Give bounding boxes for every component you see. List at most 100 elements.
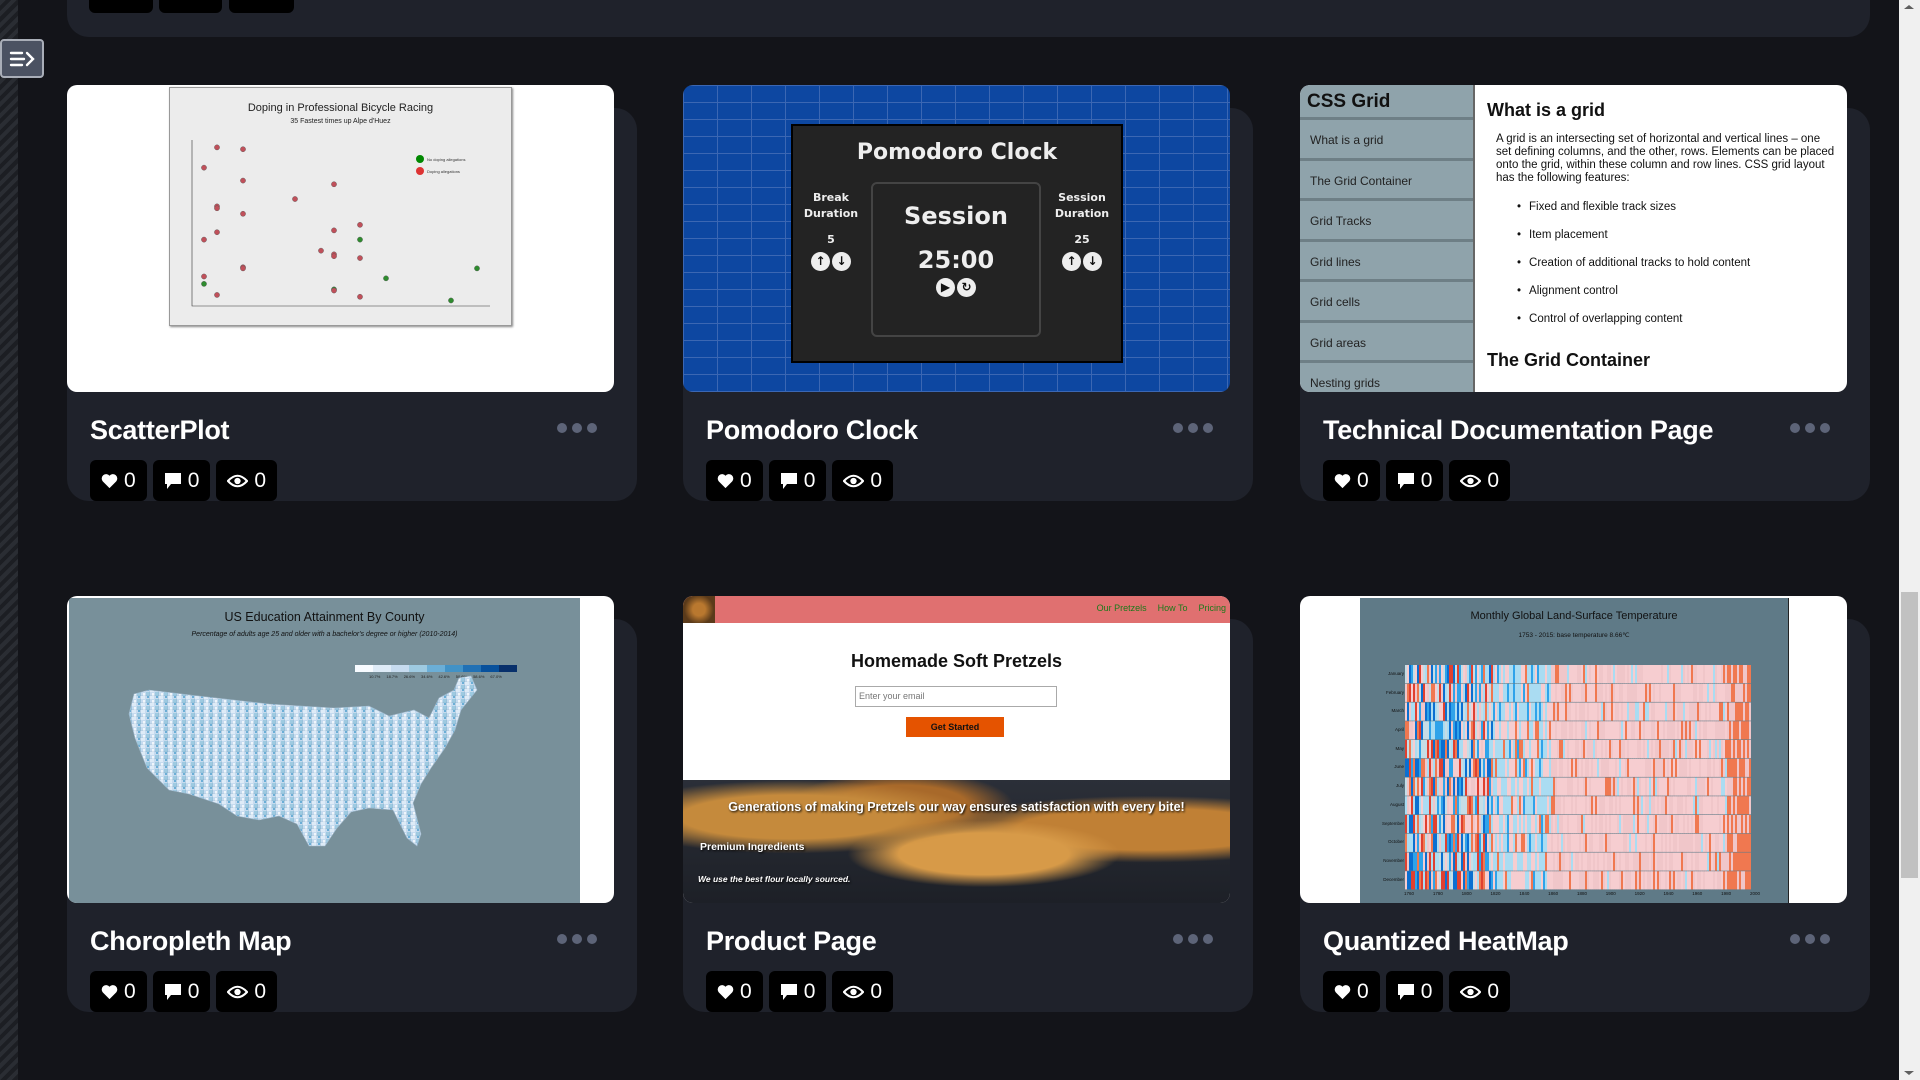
project-card[interactable]: Our Pretzels How To Pricing Homemade Sof… [683, 596, 1253, 1012]
project-card[interactable]: US Education Attainment By County Percen… [67, 596, 637, 1012]
doc-nav-link[interactable]: The Grid Container [1300, 161, 1473, 201]
heatmap-cell [1569, 871, 1572, 890]
views-button[interactable]: 0 [1449, 971, 1511, 1012]
heatmap-cell [1661, 665, 1664, 684]
heatmap-cell [1465, 815, 1468, 834]
like-button[interactable]: 0 [1323, 971, 1380, 1012]
heatmap-cell [1511, 683, 1514, 702]
more-options-button[interactable] [557, 934, 597, 944]
comment-button[interactable]: 0 [152, 460, 211, 501]
heatmap-cell [1579, 871, 1582, 890]
comment-button[interactable] [159, 0, 222, 13]
more-options-button[interactable] [1790, 423, 1830, 433]
project-title[interactable]: Choropleth Map [90, 926, 292, 957]
heatmap-cell [1451, 777, 1454, 796]
views-button[interactable]: 0 [216, 460, 278, 501]
heatmap-cell [1649, 721, 1652, 740]
year-label: 1980 [1721, 891, 1732, 896]
heatmap-cell [1661, 740, 1664, 759]
project-thumbnail[interactable]: Our Pretzels How To Pricing Homemade Sof… [683, 596, 1230, 903]
heatmap-cell [1495, 683, 1498, 702]
comment-button[interactable]: 0 [768, 460, 827, 501]
heatmap-cell [1535, 758, 1538, 777]
like-button[interactable]: 0 [1323, 460, 1380, 501]
heatmap-cell [1433, 702, 1436, 721]
heatmap-cell [1457, 833, 1460, 852]
views-button[interactable] [229, 0, 294, 13]
scrollbar-thumb[interactable] [1901, 592, 1918, 878]
like-button[interactable]: 0 [706, 971, 763, 1012]
views-button[interactable]: 0 [1449, 460, 1511, 501]
comment-button[interactable]: 0 [1385, 460, 1444, 501]
project-thumbnail[interactable]: Doping in Professional Bicycle Racing 35… [67, 85, 614, 392]
heatmap-cell [1591, 665, 1594, 684]
heatmap-cell [1561, 871, 1564, 890]
heatmap-cell [1583, 683, 1586, 702]
project-thumbnail[interactable]: US Education Attainment By County Percen… [67, 596, 614, 903]
comment-button[interactable]: 0 [152, 971, 211, 1012]
scatter-point [214, 144, 220, 151]
views-button[interactable]: 0 [832, 460, 894, 501]
doc-nav-link[interactable]: Nesting grids [1300, 363, 1473, 392]
like-button[interactable]: 0 [706, 460, 763, 501]
heatmap-cell [1627, 665, 1630, 684]
more-options-button[interactable] [557, 423, 597, 433]
heatmap-cell [1479, 758, 1482, 777]
scroll-down-arrow[interactable] [1904, 1071, 1914, 1075]
project-title[interactable]: Quantized HeatMap [1323, 926, 1569, 957]
sidebar-toggle-button[interactable] [0, 39, 44, 78]
heatmap-cell [1419, 758, 1422, 777]
heatmap-cell [1539, 665, 1542, 684]
project-title[interactable]: Pomodoro Clock [706, 415, 918, 446]
doc-nav-link[interactable]: What is a grid [1300, 120, 1473, 161]
heatmap-cell [1607, 665, 1610, 684]
doc-nav-link[interactable]: Grid cells [1300, 282, 1473, 323]
heatmap-cell [1639, 777, 1642, 796]
heatmap-cell [1559, 721, 1562, 740]
project-thumbnail[interactable]: CSS Grid What is a grid The Grid Containe… [1300, 85, 1847, 392]
heatmap-cell [1715, 740, 1718, 759]
heatmap-cell [1535, 702, 1538, 721]
doc-nav-link[interactable]: Grid Tracks [1300, 201, 1473, 242]
vertical-scrollbar[interactable] [1899, 0, 1920, 1080]
doc-nav-link[interactable]: Grid areas [1300, 323, 1473, 363]
comment-button[interactable]: 0 [768, 971, 827, 1012]
project-title[interactable]: Product Page [706, 926, 877, 957]
views-button[interactable]: 0 [832, 971, 894, 1012]
heatmap-cell [1525, 871, 1528, 890]
views-count: 0 [254, 979, 267, 1003]
doc-nav-link[interactable]: Grid lines [1300, 242, 1473, 282]
year-label: 1920 [1634, 891, 1645, 896]
heatmap-cell [1417, 852, 1420, 871]
like-button[interactable]: 0 [90, 971, 147, 1012]
project-title[interactable]: ScatterPlot [90, 415, 230, 446]
project-card[interactable]: Doping in Professional Bicycle Racing 35… [67, 85, 637, 501]
more-options-button[interactable] [1173, 423, 1213, 433]
heatmap-cell [1619, 871, 1622, 890]
heatmap-cell [1411, 721, 1414, 740]
heatmap-cell [1671, 665, 1674, 684]
heatmap-cell [1741, 683, 1744, 702]
views-button[interactable]: 0 [216, 971, 278, 1012]
heatmap-cell [1641, 871, 1644, 890]
heatmap-cell [1521, 721, 1524, 740]
project-title[interactable]: Technical Documentation Page [1323, 415, 1713, 446]
heatmap-cell [1663, 871, 1666, 890]
project-card[interactable]: Monthly Global Land-Surface Temperature … [1300, 596, 1870, 1012]
heatmap-cell [1453, 796, 1456, 815]
project-thumbnail[interactable]: Pomodoro Clock Break Duration 5 ↑ ↓ Sessi… [683, 85, 1230, 392]
heatmap-cell [1623, 758, 1626, 777]
project-card[interactable]: CSS Grid What is a grid The Grid Containe… [1300, 85, 1870, 501]
heatmap-cell [1611, 740, 1614, 759]
comment-button[interactable]: 0 [1385, 971, 1444, 1012]
like-button[interactable]: 0 [90, 460, 147, 501]
project-card[interactable]: Pomodoro Clock Break Duration 5 ↑ ↓ Sessi… [683, 85, 1253, 501]
more-options-button[interactable] [1790, 934, 1830, 944]
more-options-button[interactable] [1173, 934, 1213, 944]
scroll-up-arrow[interactable] [1904, 5, 1914, 9]
heatmap-cell [1539, 758, 1542, 777]
heatmap-cell [1529, 740, 1532, 759]
heatmap-cell [1493, 777, 1496, 796]
like-button[interactable] [89, 0, 153, 13]
project-thumbnail[interactable]: Monthly Global Land-Surface Temperature … [1300, 596, 1847, 903]
